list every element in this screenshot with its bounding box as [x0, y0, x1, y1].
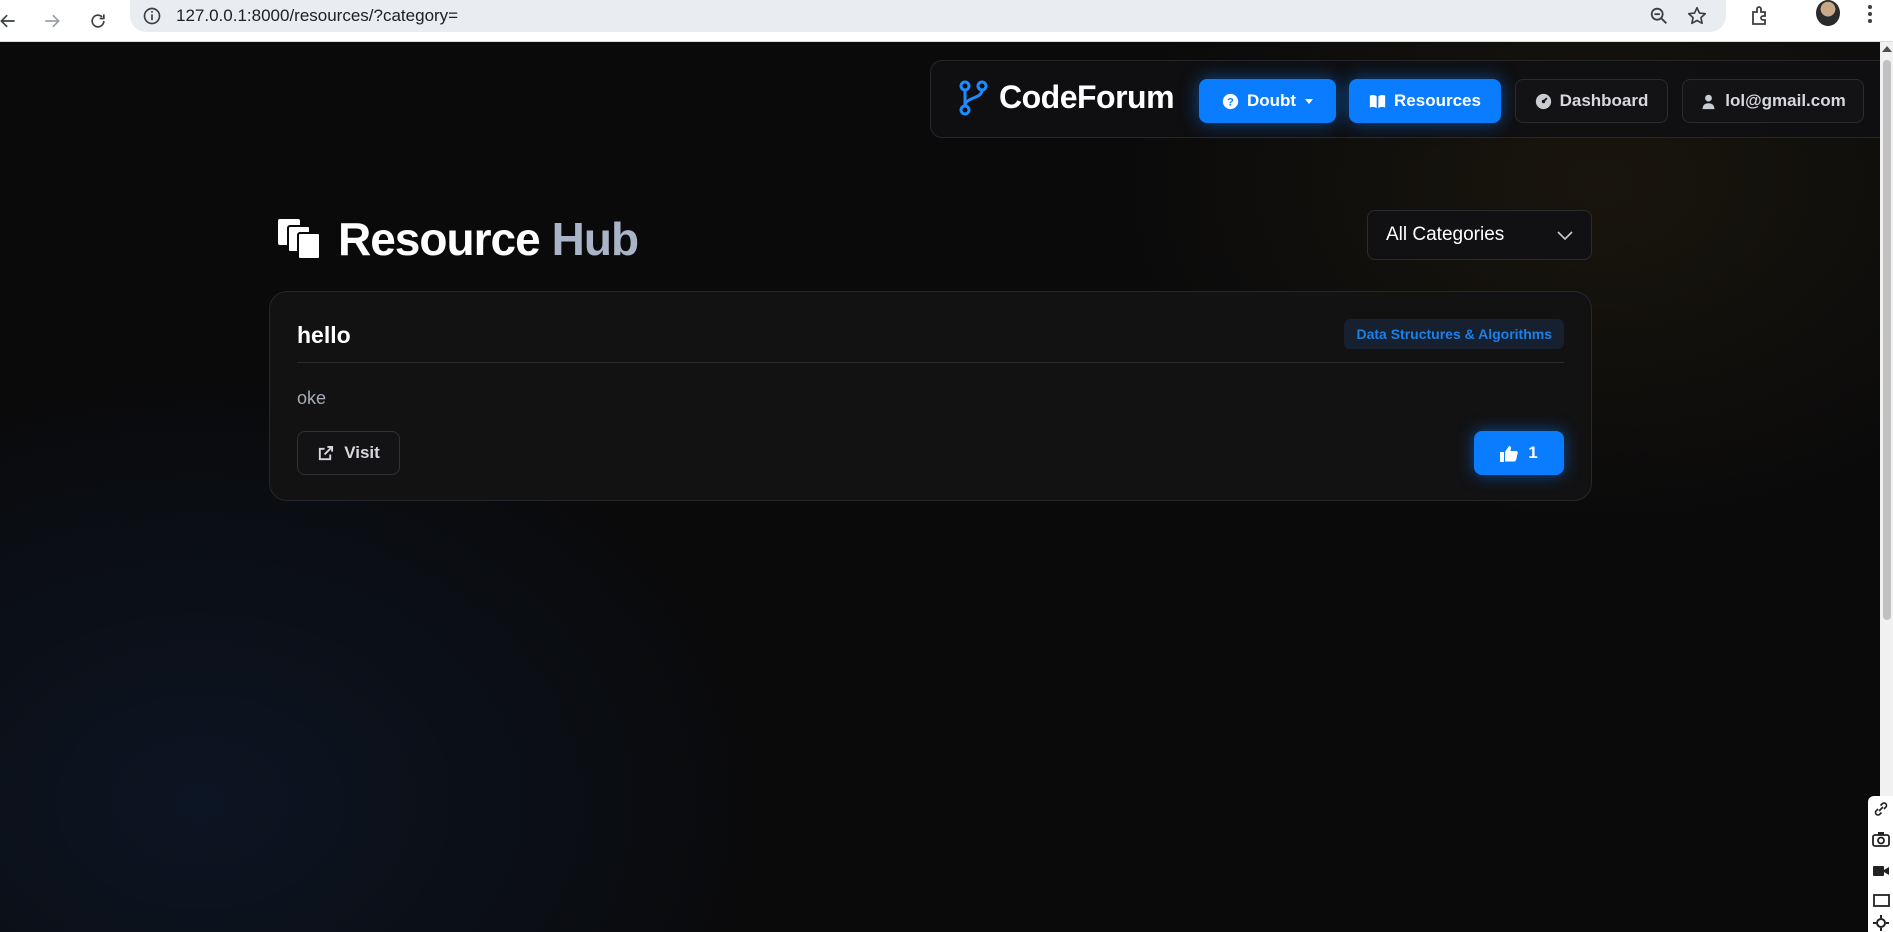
forward-icon[interactable]: [38, 7, 66, 35]
like-count: 1: [1528, 443, 1538, 462]
bookmark-star-icon[interactable]: [1686, 5, 1708, 27]
scroll-up-arrow-icon[interactable]: [1882, 46, 1892, 52]
thumbs-up-icon: [1500, 445, 1519, 462]
user-icon: [1702, 94, 1715, 109]
scrollbar-thumb[interactable]: [1883, 60, 1891, 620]
nav-user-label: lol@gmail.com: [1725, 91, 1846, 110]
settings-gear-icon[interactable]: [1872, 914, 1890, 932]
nav-doubt-dropdown[interactable]: ? Doubt: [1199, 79, 1336, 123]
reload-icon[interactable]: [84, 7, 112, 35]
video-icon[interactable]: [1872, 862, 1890, 880]
page-title: Resource Hub: [276, 212, 639, 266]
visit-button-label: Visit: [344, 443, 380, 462]
page: CodeForum ? Doubt Resources Dashboard lo…: [0, 42, 1880, 932]
nav-resources[interactable]: Resources: [1349, 79, 1501, 123]
nav-dashboard[interactable]: Dashboard: [1515, 79, 1668, 123]
zoom-icon[interactable]: [1648, 5, 1670, 27]
resource-title: hello: [297, 322, 351, 348]
category-filter-select[interactable]: All Categories: [1367, 210, 1592, 260]
extensions-icon[interactable]: [1748, 4, 1772, 28]
browser-toolbar: 127.0.0.1:8000/resources/?category=: [0, 0, 1893, 42]
book-open-icon: [1369, 94, 1386, 108]
category-badge: Data Structures & Algorithms: [1344, 319, 1564, 349]
floating-side-toolbar: [1868, 796, 1893, 932]
like-button[interactable]: 1: [1474, 431, 1564, 475]
nav-resources-label: Resources: [1394, 91, 1481, 110]
chevron-down-icon: [1305, 98, 1314, 104]
navbar: CodeForum ? Doubt Resources Dashboard lo…: [930, 60, 1880, 138]
category-filter-value: All Categories: [1386, 224, 1505, 245]
brand[interactable]: CodeForum: [957, 79, 1175, 116]
profile-avatar[interactable]: [1816, 0, 1840, 26]
site-info-icon[interactable]: [142, 6, 162, 26]
brand-name: CodeForum: [999, 79, 1175, 115]
code-branch-icon: [959, 80, 988, 115]
nav-doubt-label: Doubt: [1246, 91, 1297, 110]
gauge-icon: [1535, 93, 1551, 109]
svg-text:?: ?: [1227, 96, 1234, 108]
camera-icon[interactable]: [1872, 830, 1890, 848]
question-circle-icon: ?: [1222, 93, 1239, 109]
link-icon[interactable]: [1872, 800, 1890, 818]
external-link-icon: [319, 445, 334, 460]
back-icon[interactable]: [0, 7, 22, 35]
copy-stack-icon: [278, 219, 321, 260]
screen-icon[interactable]: [1872, 892, 1890, 910]
visit-button[interactable]: Visit: [297, 431, 400, 475]
url-text[interactable]: 127.0.0.1:8000/resources/?category=: [176, 6, 458, 26]
page-title-secondary: Hub: [551, 213, 639, 265]
nav-dashboard-label: Dashboard: [1559, 91, 1649, 110]
resource-description: oke: [297, 388, 327, 408]
resource-card: hello Data Structures & Algorithms oke V…: [269, 291, 1592, 501]
address-bar[interactable]: 127.0.0.1:8000/resources/?category=: [130, 0, 1726, 32]
nav-user-account[interactable]: lol@gmail.com: [1682, 79, 1864, 123]
chevron-down-icon: [1557, 231, 1573, 241]
browser-menu-icon[interactable]: [1860, 2, 1880, 26]
divider: [297, 362, 1564, 363]
page-title-primary: Resource: [338, 213, 541, 265]
